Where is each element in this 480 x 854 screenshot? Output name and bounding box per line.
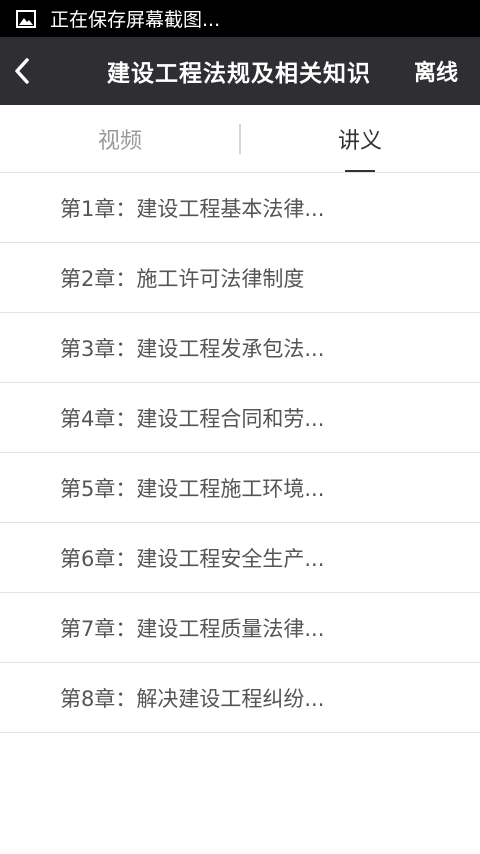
chapter-item-4[interactable]: 第4章：建设工程合同和劳... (0, 383, 480, 453)
chapter-item-1[interactable]: 第1章：建设工程基本法律... (0, 173, 480, 243)
chapter-item-7[interactable]: 第7章：建设工程质量法律... (0, 593, 480, 663)
tab-bar: 视频 讲义 (0, 105, 480, 173)
offline-button[interactable]: 离线 (414, 37, 458, 105)
tab-video[interactable]: 视频 (0, 105, 240, 172)
chapter-label: 第6章：建设工程安全生产... (60, 546, 325, 571)
chapter-label: 第4章：建设工程合同和劳... (60, 406, 325, 431)
chapter-label: 第7章：建设工程质量法律... (60, 616, 325, 641)
chevron-left-icon (15, 58, 29, 84)
chapter-label: 第5章：建设工程施工环境... (60, 476, 325, 501)
chapter-list: 第1章：建设工程基本法律... 第2章：施工许可法律制度 第3章：建设工程发承包… (0, 173, 480, 733)
tab-label: 视频 (97, 128, 142, 154)
chapter-label: 第1章：建设工程基本法律... (60, 196, 325, 221)
chapter-label: 第8章：解决建设工程纠纷... (60, 686, 325, 711)
nav-bar: 建设工程法规及相关知识 离线 (0, 37, 480, 105)
chapter-label: 第2章：施工许可法律制度 (60, 266, 305, 291)
image-icon (16, 9, 36, 28)
chapter-item-6[interactable]: 第6章：建设工程安全生产... (0, 523, 480, 593)
chapter-item-8[interactable]: 第8章：解决建设工程纠纷... (0, 663, 480, 733)
chapter-item-3[interactable]: 第3章：建设工程发承包法... (0, 313, 480, 383)
back-button[interactable] (0, 37, 44, 105)
chapter-item-2[interactable]: 第2章：施工许可法律制度 (0, 243, 480, 313)
status-text: 正在保存屏幕截图... (50, 9, 221, 31)
page-title: 建设工程法规及相关知识 (107, 61, 371, 87)
chapter-item-5[interactable]: 第5章：建设工程施工环境... (0, 453, 480, 523)
active-tab-indicator (345, 170, 375, 172)
status-bar: 正在保存屏幕截图... (0, 0, 480, 37)
tab-label: 讲义 (337, 128, 382, 154)
chapter-label: 第3章：建设工程发承包法... (60, 336, 325, 361)
tab-handout[interactable]: 讲义 (240, 105, 480, 172)
